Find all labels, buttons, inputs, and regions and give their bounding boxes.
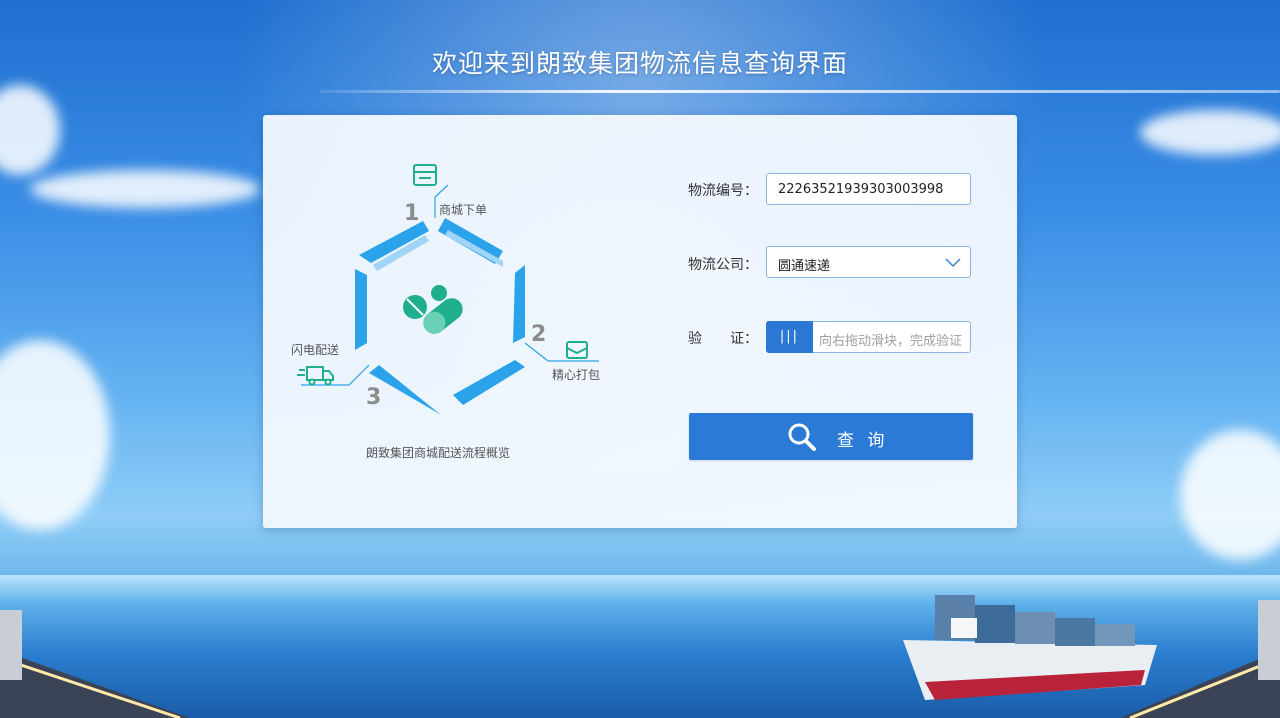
delivery-truck-icon <box>297 366 334 386</box>
query-panel: 1 商城下单 2 精心打包 3 闪电配送 朗致集团商城配送流程概览 物流编号： … <box>263 115 1017 528</box>
tracking-number-input[interactable]: 22263521939303003998 <box>766 173 971 205</box>
page-title: 欢迎来到朗致集团物流信息查询界面 <box>431 49 848 78</box>
diagram-caption: 朗致集团商城配送流程概览 <box>365 446 510 460</box>
step-number-1: 1 <box>404 201 419 226</box>
logistics-company-select[interactable]: 圆通速递 <box>766 246 971 278</box>
cloud-right <box>1140 110 1280 155</box>
step-label-2: 精心打包 <box>552 368 600 382</box>
query-button[interactable]: 查 询 <box>689 413 973 460</box>
slider-captcha: ||| 向右拖动滑块，完成验证 <box>766 321 971 353</box>
step-label-3: 闪电配送 <box>291 342 339 357</box>
delivery-process-diagram: 1 商城下单 2 精心打包 3 闪电配送 <box>291 164 600 415</box>
step-number-3: 3 <box>366 385 381 410</box>
tracking-number-value: 22263521939303003998 <box>778 182 944 197</box>
logistics-company-label: 物流公司： <box>688 257 758 273</box>
package-box-icon <box>566 341 588 359</box>
slider-handle[interactable]: ||| <box>766 321 813 353</box>
slider-hint: 向右拖动滑块，完成验证 <box>819 334 963 349</box>
store-icon <box>413 164 437 186</box>
capsule-pills-icon <box>403 285 463 334</box>
search-icon <box>788 423 816 451</box>
query-button-label: 查 询 <box>837 431 889 451</box>
step-label-1: 商城下单 <box>439 202 487 217</box>
jet-contrail <box>320 90 1280 93</box>
step-number-2: 2 <box>531 322 546 347</box>
logistics-company-value: 圆通速递 <box>778 259 831 274</box>
tracking-number-label: 物流编号： <box>688 183 758 199</box>
dock-left-image <box>0 610 190 718</box>
cloud-left-streak <box>30 170 260 208</box>
dock-right-image <box>1120 600 1280 718</box>
verify-label: 验 证： <box>688 331 758 347</box>
chevron-down-icon <box>945 258 961 268</box>
